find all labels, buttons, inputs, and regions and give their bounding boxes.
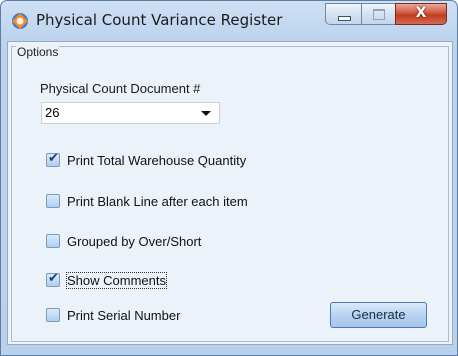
checkbox-box[interactable]: ✔ [46, 151, 60, 167]
checkbox-label: Print Serial Number [67, 307, 181, 323]
app-logo-icon [12, 13, 28, 29]
checkmark-icon: ✔ [48, 151, 59, 166]
title-bar[interactable]: Physical Count Variance Register X [1, 1, 457, 41]
checkbox-print-blank-line[interactable]: Print Blank Line after each item [46, 192, 248, 210]
minimize-icon [338, 16, 351, 21]
document-number-dropdown[interactable]: 26 [41, 102, 220, 124]
checkbox-label: Print Total Warehouse Quantity [67, 152, 247, 168]
maximize-button[interactable] [361, 3, 395, 25]
document-number-value: 26 [45, 105, 60, 120]
caption-buttons: X [325, 3, 450, 27]
checkbox-box[interactable] [46, 234, 60, 248]
dropdown-arrow-icon [201, 111, 211, 116]
window-title: Physical Count Variance Register [36, 11, 283, 29]
generate-button[interactable]: Generate [330, 302, 427, 328]
maximize-icon [373, 9, 385, 20]
checkbox-box[interactable]: ✔ [46, 271, 60, 287]
checkmark-icon: ✔ [48, 271, 59, 286]
dialog-window: Physical Count Variance Register X Optio… [0, 0, 458, 356]
minimize-button[interactable] [325, 3, 361, 25]
close-button[interactable]: X [395, 3, 447, 25]
checkbox-print-total-warehouse-quantity[interactable]: ✔ Print Total Warehouse Quantity [46, 151, 246, 169]
document-number-label: Physical Count Document # [40, 81, 201, 96]
checkbox-box[interactable] [46, 194, 60, 208]
checkbox-label: Print Blank Line after each item [67, 193, 248, 209]
checkbox-show-comments[interactable]: ✔ Show Comments [46, 271, 167, 289]
close-icon: X [415, 5, 427, 21]
checkbox-grouped-by-over-short[interactable]: Grouped by Over/Short [46, 232, 201, 250]
checkbox-box[interactable] [46, 308, 60, 322]
checkbox-label: Show Comments [66, 271, 167, 289]
checkbox-label: Grouped by Over/Short [67, 233, 202, 249]
options-group-label: Options [16, 45, 60, 59]
checkbox-print-serial-number[interactable]: Print Serial Number [46, 306, 180, 324]
